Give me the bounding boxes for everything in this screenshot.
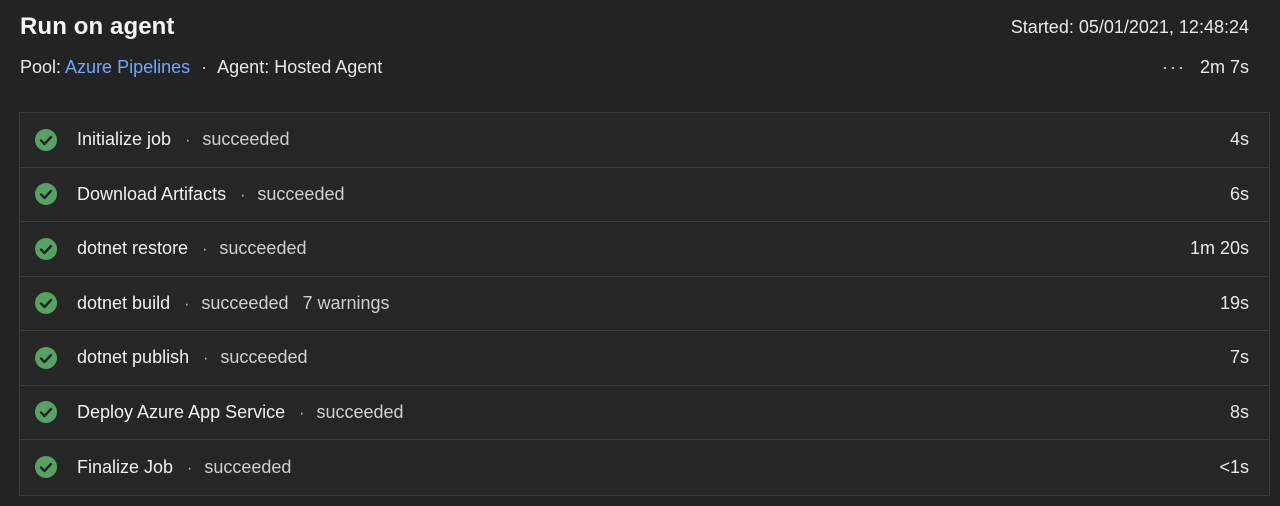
step-row[interactable]: Deploy Azure App Service · succeeded 8s (20, 385, 1269, 440)
step-duration: 6s (1229, 183, 1249, 204)
step-row[interactable]: Download Artifacts · succeeded 6s (20, 167, 1269, 222)
separator-dot: · (184, 295, 190, 313)
step-name: Initialize job (77, 129, 172, 150)
step-info: dotnet build · succeeded 7 warnings (77, 293, 390, 314)
check-circle-icon (35, 183, 57, 206)
step-duration: <1s (1219, 456, 1249, 477)
job-meta: ··· 2m 7s (1162, 57, 1249, 78)
step-name: dotnet publish (77, 347, 190, 368)
more-options-icon[interactable]: ··· (1162, 57, 1186, 78)
step-duration: 4s (1229, 129, 1249, 150)
step-row[interactable]: dotnet build · succeeded 7 warnings 19s (20, 276, 1269, 331)
check-circle-icon (35, 292, 57, 315)
pool-link[interactable]: Azure Pipelines (65, 57, 190, 77)
step-duration: 19s (1219, 292, 1249, 313)
check-circle-icon (35, 401, 57, 424)
check-circle-icon (35, 128, 57, 151)
step-info: Finalize Job · succeeded (77, 457, 291, 478)
step-info: Deploy Azure App Service · succeeded (77, 402, 404, 423)
job-header: Run on agent Started: 05/01/2021, 12:48:… (0, 0, 1280, 112)
step-info: dotnet restore · succeeded (77, 238, 306, 259)
step-name: dotnet build (77, 292, 171, 313)
separator-dot: · (201, 57, 208, 77)
pool-label: Pool: (20, 57, 62, 77)
separator-dot: · (185, 132, 191, 150)
check-circle-icon (35, 346, 57, 369)
step-info: dotnet publish · succeeded (77, 347, 308, 368)
step-name: dotnet restore (77, 238, 189, 259)
separator-dot: · (202, 241, 208, 259)
step-row[interactable]: dotnet restore · succeeded 1m 20s (20, 222, 1269, 277)
check-circle-icon (35, 237, 57, 260)
page-title: Run on agent (20, 13, 175, 40)
step-duration: 1m 20s (1189, 238, 1249, 259)
step-name: Download Artifacts (77, 183, 227, 204)
step-duration: 7s (1229, 347, 1249, 368)
steps-list: Initialize job · succeeded 4s Download A… (19, 112, 1270, 496)
step-row[interactable]: dotnet publish · succeeded 7s (20, 331, 1269, 386)
step-row[interactable]: Finalize Job · succeeded <1s (20, 440, 1269, 495)
separator-dot: · (240, 186, 246, 204)
agent-label: Agent: Hosted Agent (217, 57, 383, 77)
step-name: Deploy Azure App Service (77, 401, 286, 422)
step-status: succeeded (204, 456, 292, 477)
step-status: succeeded (202, 129, 290, 150)
separator-dot: · (187, 459, 193, 477)
step-status: succeeded (201, 292, 289, 313)
step-name: Finalize Job (77, 456, 174, 477)
step-status: succeeded (257, 183, 345, 204)
started-timestamp: Started: 05/01/2021, 12:48:24 (1010, 17, 1249, 37)
separator-dot: · (203, 350, 209, 368)
separator-dot: · (299, 404, 305, 422)
step-duration: 8s (1229, 401, 1249, 422)
step-info: Download Artifacts · succeeded (77, 184, 344, 205)
step-row[interactable]: Initialize job · succeeded 4s (20, 113, 1269, 168)
step-status: succeeded (220, 347, 308, 368)
job-subline: Pool: Azure Pipelines · Agent: Hosted Ag… (20, 57, 382, 78)
step-status: succeeded (219, 238, 307, 259)
step-warnings[interactable]: 7 warnings (302, 293, 389, 314)
check-circle-icon (35, 456, 57, 479)
step-info: Initialize job · succeeded (77, 129, 289, 150)
total-duration: 2m 7s (1199, 57, 1249, 77)
step-status: succeeded (316, 401, 404, 422)
